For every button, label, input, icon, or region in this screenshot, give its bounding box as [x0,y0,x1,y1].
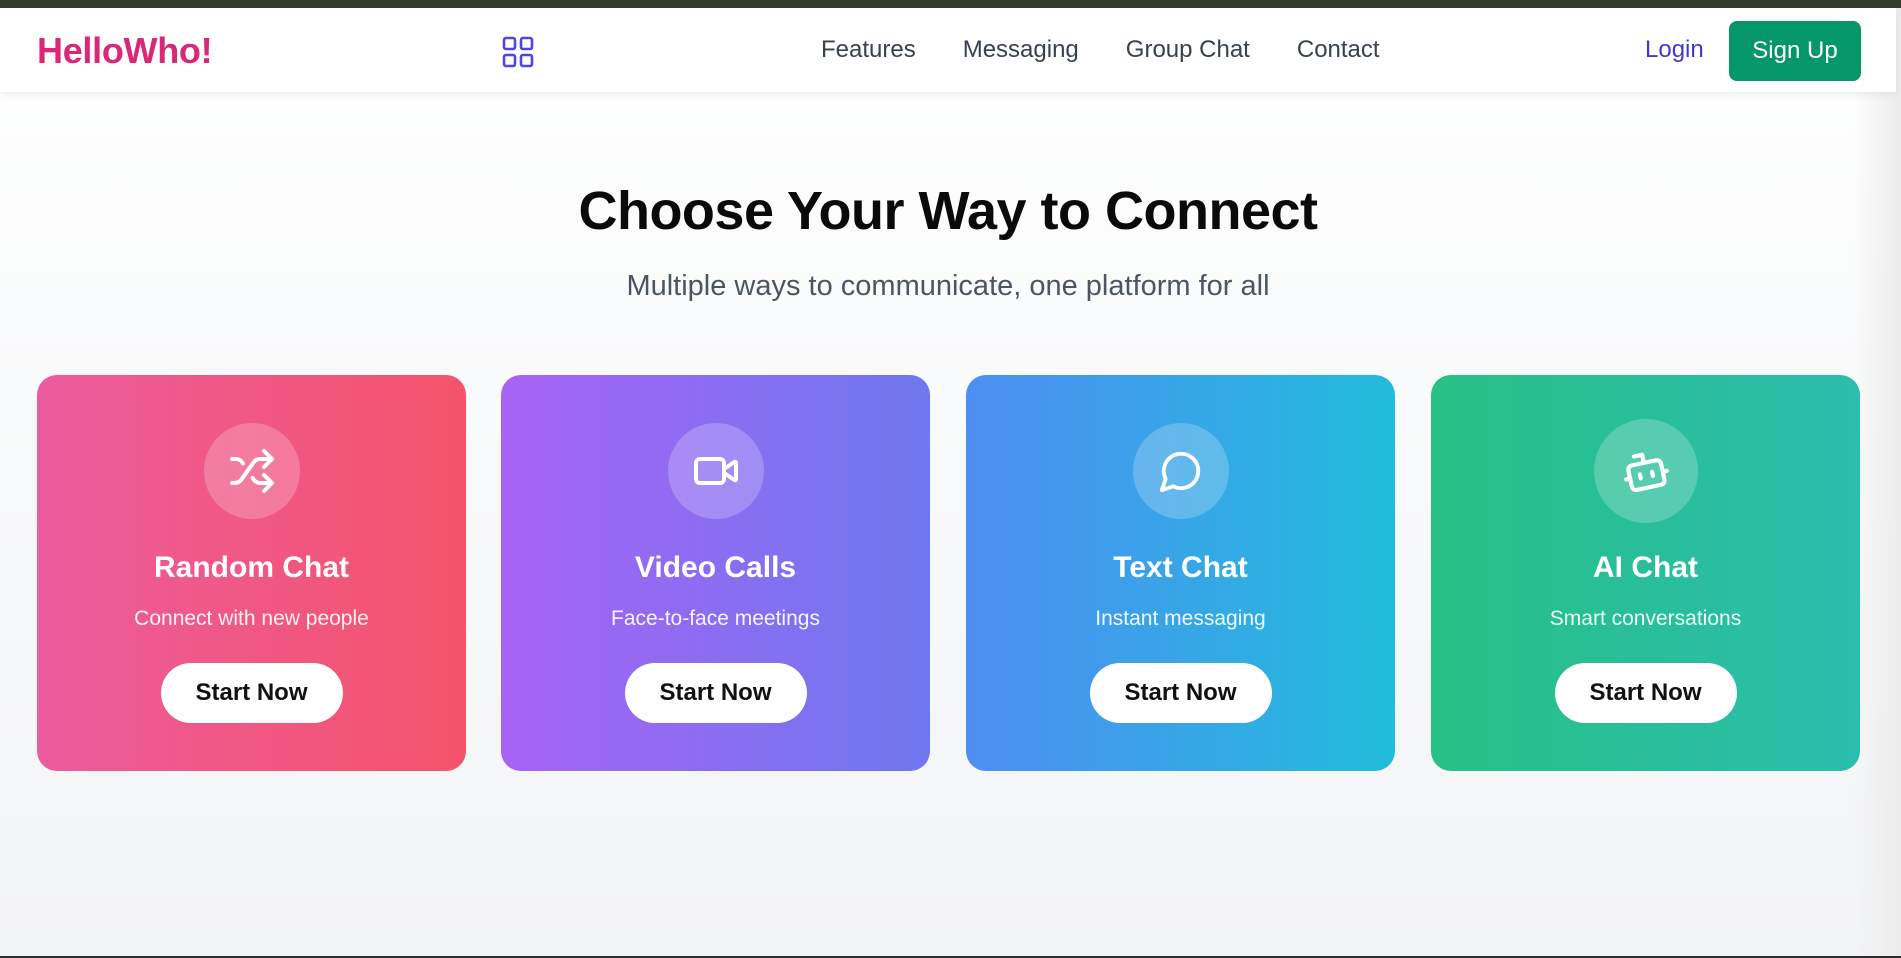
start-now-button[interactable]: Start Now [624,663,807,723]
start-now-button[interactable]: Start Now [160,663,343,723]
window-top-strip [0,0,1901,8]
card-title: Random Chat [154,551,349,584]
card-title: AI Chat [1593,551,1698,584]
video-camera-icon [693,457,738,485]
card-description: Face-to-face meetings [611,607,820,630]
card-text-chat: Text Chat Instant messaging Start Now [966,375,1395,771]
card-description: Instant messaging [1095,607,1266,630]
card-icon-circle [1593,419,1698,523]
nav-link-group-chat[interactable]: Group Chat [1126,36,1250,64]
card-icon-circle [667,423,764,519]
shuffle-icon [229,449,274,493]
signup-button[interactable]: Sign Up [1729,21,1861,81]
nav-link-messaging[interactable]: Messaging [963,36,1079,64]
card-description: Connect with new people [134,607,369,630]
nav-link-contact[interactable]: Contact [1297,36,1380,64]
card-icon-circle [203,423,300,519]
card-random-chat: Random Chat Connect with new people Star… [37,375,466,771]
card-description: Smart conversations [1549,607,1742,630]
page-viewport: HelloWho! Features Messaging Group Chat … [0,8,1901,956]
brand-logo[interactable]: HelloWho! [37,30,213,72]
grid-menu-button[interactable] [500,34,536,70]
start-now-button[interactable]: Start Now [1089,663,1272,723]
chat-bubble-icon [1159,451,1200,493]
navbar: HelloWho! Features Messaging Group Chat … [0,8,1896,92]
nav-link-features[interactable]: Features [821,36,916,64]
scroll-shadow [1853,8,1901,956]
page-title: Choose Your Way to Connect [578,181,1318,241]
card-video-calls: Video Calls Face-to-face meetings Start … [501,375,930,771]
grid-icon [502,36,534,68]
robot-icon [1623,452,1669,493]
page-subtitle: Multiple ways to communicate, one platfo… [626,270,1270,302]
start-now-button[interactable]: Start Now [1554,663,1737,723]
card-title: Text Chat [1113,551,1248,584]
card-ai-chat: AI Chat Smart conversations Start Now [1431,375,1860,771]
nav-links: Features Messaging Group Chat Contact [821,36,1380,64]
login-link[interactable]: Login [1645,36,1704,64]
card-icon-circle [1132,423,1229,519]
card-title: Video Calls [634,551,797,584]
